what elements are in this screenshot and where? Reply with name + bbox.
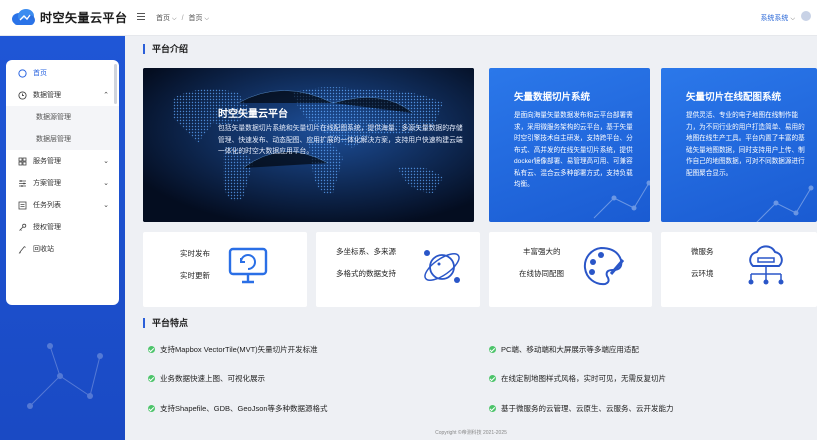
- sliders-icon: [18, 179, 27, 188]
- feature-card-collab-mapping: 丰富强大的 在线协同配图: [489, 232, 652, 307]
- feature-card-realtime: 实时发布 实时更新: [143, 232, 307, 307]
- avatar[interactable]: [801, 11, 811, 21]
- platform-features-list: 支持Mapbox VectorTile(MVT)矢量切片开发标准 PC端、移动端…: [143, 338, 817, 423]
- sidebar-item-service-management[interactable]: 服务管理 ⌄: [6, 150, 119, 172]
- feature-item: 支持Mapbox VectorTile(MVT)矢量切片开发标准: [148, 344, 318, 355]
- sidebar-item-scheme-management[interactable]: 方案管理 ⌄: [6, 172, 119, 194]
- key-icon: [18, 223, 27, 232]
- card-title: 矢量数据切片系统: [514, 92, 591, 103]
- main-content: 平台介绍 时空矢量云平台 包括矢量数据切片系统和矢量切片在线配图系统，提供海量、…: [125, 36, 817, 440]
- menu-toggle-icon[interactable]: [137, 13, 145, 21]
- cloud-logo-icon: [12, 9, 35, 25]
- monitor-refresh-icon: [228, 247, 268, 284]
- sidebar: 首页 数据管理 ⌃ 数据源管理 数据层管理 服务管理 ⌄ 方案管理 ⌄ 任务列表…: [0, 36, 125, 440]
- sidebar-item-authorization[interactable]: 授权管理: [6, 216, 119, 238]
- sidebar-scrollbar[interactable]: [114, 64, 117, 104]
- feature-item: 基于微服务的云管理、云原生、云服务、云开发能力: [489, 403, 674, 414]
- palette-icon: [583, 246, 625, 286]
- feature-item: PC端、移动端和大屏展示等多端应用适配: [489, 344, 639, 355]
- section-title-platform-intro: 平台介绍: [143, 44, 188, 54]
- trash-icon: [18, 245, 27, 254]
- hero-card: 时空矢量云平台 包括矢量数据切片系统和矢量切片在线配图系统，提供海量、多源矢量数…: [143, 68, 474, 222]
- check-circle-icon: [489, 405, 496, 412]
- feature-item: 在线定制地图样式风格，实时可见，无需反复切片: [489, 373, 666, 384]
- home-icon: [18, 68, 27, 78]
- check-circle-icon: [148, 346, 155, 353]
- sidebar-item-data-management[interactable]: 数据管理 ⌃: [6, 84, 119, 106]
- app-title: 时空矢量云平台: [40, 10, 128, 25]
- card-vector-tile-system[interactable]: 矢量数据切片系统 是面向海量矢量数据发布和云平台部署需求，采用微服务架构的云平台…: [489, 68, 650, 222]
- chevron-down-icon: ⌵: [790, 16, 795, 22]
- chevron-down-icon: ⌄: [103, 180, 109, 187]
- feature-card-multi-source: 多坐标系、多来源 多格式的数据支持: [316, 232, 480, 307]
- app-logo[interactable]: 时空矢量云平台: [10, 7, 128, 27]
- feature-item: 支持Shapefile、GDB、GeoJson等多种数据源格式: [148, 403, 328, 414]
- breadcrumb-item[interactable]: 首页 ⌵: [189, 13, 210, 23]
- hero-title: 时空矢量云平台: [218, 109, 288, 120]
- chevron-down-icon: ⌵: [204, 16, 210, 22]
- check-circle-icon: [489, 346, 496, 353]
- network-decoration: [27, 343, 103, 409]
- tech-pattern-decoration: [593, 180, 650, 219]
- tech-pattern-decoration: [756, 185, 814, 222]
- top-header: 时空矢量云平台 首页 ⌵ / 首页 ⌵ 系统系统 ⌵: [0, 0, 817, 36]
- feature-card-microservice: 微服务 云环境: [661, 232, 817, 307]
- chevron-down-icon: ⌄: [103, 158, 109, 165]
- sidebar-item-datalayer-management[interactable]: 数据层管理: [6, 128, 119, 150]
- chevron-down-icon: ⌄: [103, 202, 109, 209]
- footer-copyright: Copyright ©帝测科技 2021-2025: [435, 430, 507, 436]
- sidebar-menu: 首页 数据管理 ⌃ 数据源管理 数据层管理 服务管理 ⌄ 方案管理 ⌄ 任务列表…: [6, 60, 119, 305]
- section-title-platform-features: 平台特点: [143, 318, 188, 328]
- feature-item: 业务数据快速上图、可视化展示: [148, 373, 265, 384]
- breadcrumb-item[interactable]: 首页 ⌵: [156, 13, 177, 23]
- sidebar-item-task-list[interactable]: 任务列表 ⌄: [6, 194, 119, 216]
- system-settings-menu[interactable]: 系统系统 ⌵: [760, 13, 795, 23]
- check-circle-icon: [489, 375, 496, 382]
- orbit-globe-icon: [424, 250, 460, 283]
- chevron-up-icon: ⌃: [103, 92, 109, 99]
- cloud-server-icon: [748, 245, 784, 285]
- breadcrumb-separator: /: [181, 14, 184, 22]
- hero-description: 包括矢量数据切片系统和矢量切片在线配图系统，提供海量、多源矢量数据的存储管理、快…: [218, 125, 463, 155]
- list-icon: [18, 201, 27, 210]
- check-circle-icon: [148, 375, 155, 382]
- clock-icon: [18, 90, 27, 100]
- chevron-down-icon: ⌵: [172, 16, 177, 22]
- grid-icon: [18, 157, 27, 166]
- check-circle-icon: [148, 405, 155, 412]
- sidebar-item-home[interactable]: 首页: [6, 62, 119, 84]
- breadcrumb: 首页 ⌵ / 首页 ⌵: [156, 13, 209, 23]
- card-online-mapping-system[interactable]: 矢量切片在线配图系统 提供灵活、专业的电子地图在线制作能力，为不同行业的用户打造…: [661, 68, 817, 222]
- sidebar-item-recycle-bin[interactable]: 回收站: [6, 238, 119, 260]
- sidebar-item-datasource-management[interactable]: 数据源管理: [6, 106, 119, 128]
- card-title: 矢量切片在线配图系统: [686, 92, 782, 103]
